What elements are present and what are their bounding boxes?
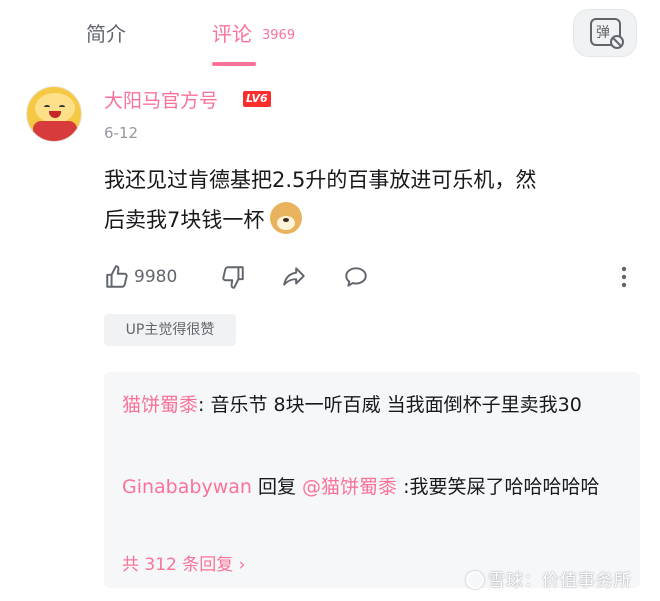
doge-emoji	[270, 202, 303, 234]
avatar-eye	[59, 105, 65, 109]
level-badge: LV6	[243, 91, 271, 107]
reply-mention[interactable]: @猫饼蜀黍	[302, 476, 397, 498]
reply-item[interactable]: 猫饼蜀黍: 音乐节 8块一听百威 当我面倒杯子里卖我30	[122, 388, 622, 422]
comment-text: 我还见过肯德基把2.5升的百事放进可乐机，然 后卖我7块钱一杯	[104, 160, 624, 240]
avatar-shirt	[33, 121, 77, 141]
tab-comments-label: 评论	[212, 22, 252, 46]
avatar-eye	[44, 105, 50, 109]
share-icon	[283, 267, 305, 286]
tab-bar: 简介 评论 3969 弹	[0, 0, 660, 66]
reply-content: :我要笑屎了哈哈哈哈哈	[397, 476, 600, 498]
tab-comments[interactable]: 评论 3969	[212, 18, 295, 47]
disabled-icon	[610, 35, 624, 49]
comment-text-line1: 我还见过肯德基把2.5升的百事放进可乐机，然	[104, 168, 537, 192]
reply-button[interactable]	[342, 262, 370, 292]
like-count: 9980	[134, 267, 178, 287]
avatar-mouth	[49, 111, 61, 118]
thumbs-up-icon	[106, 265, 128, 288]
danmaku-glyph: 弹	[596, 25, 610, 41]
up-liked-tag: UP主觉得很赞	[104, 314, 236, 346]
comment-text-line2: 后卖我7块钱一杯	[104, 208, 265, 232]
watermark-text: 雪球：价值事务所	[488, 571, 632, 591]
view-all-replies-link[interactable]: 共 312 条回复 ›	[122, 550, 245, 575]
danmaku-toggle-button[interactable]: 弹	[573, 9, 637, 57]
reply-preview-box[interactable]: 猫饼蜀黍: 音乐节 8块一听百威 当我面倒杯子里卖我30 Ginababywan…	[104, 372, 640, 588]
tab-comments-count: 3969	[262, 28, 296, 43]
thumbs-down-icon	[222, 266, 244, 289]
reply-word: 回复	[251, 476, 303, 498]
dislike-button[interactable]	[220, 262, 246, 292]
like-button[interactable]: 9980	[104, 262, 177, 292]
comment-text-line2-wrap: 后卖我7块钱一杯	[104, 200, 624, 240]
tab-intro-label: 简介	[86, 22, 126, 46]
avatar[interactable]	[26, 86, 82, 142]
share-button[interactable]	[280, 262, 308, 292]
reply-author[interactable]: 猫饼蜀黍	[122, 394, 198, 416]
more-vertical-icon	[621, 266, 627, 288]
comment-actions: 9980	[104, 262, 640, 292]
comment-date: 6-12	[104, 124, 139, 142]
comment-bubble-icon	[345, 267, 367, 287]
watermark: 雪球：价值事务所	[466, 566, 632, 591]
comment-username[interactable]: 大阳马官方号	[104, 86, 218, 113]
snowball-logo-icon	[466, 571, 484, 589]
reply-content: 音乐节 8块一听百威 当我面倒杯子里卖我30	[204, 394, 582, 416]
more-button[interactable]	[620, 262, 630, 292]
tab-intro[interactable]: 简介	[86, 18, 126, 47]
avatar-face	[35, 93, 75, 123]
reply-item[interactable]: Ginababywan 回复 @猫饼蜀黍 :我要笑屎了哈哈哈哈哈	[122, 470, 622, 504]
reply-author[interactable]: Ginababywan	[122, 476, 252, 498]
